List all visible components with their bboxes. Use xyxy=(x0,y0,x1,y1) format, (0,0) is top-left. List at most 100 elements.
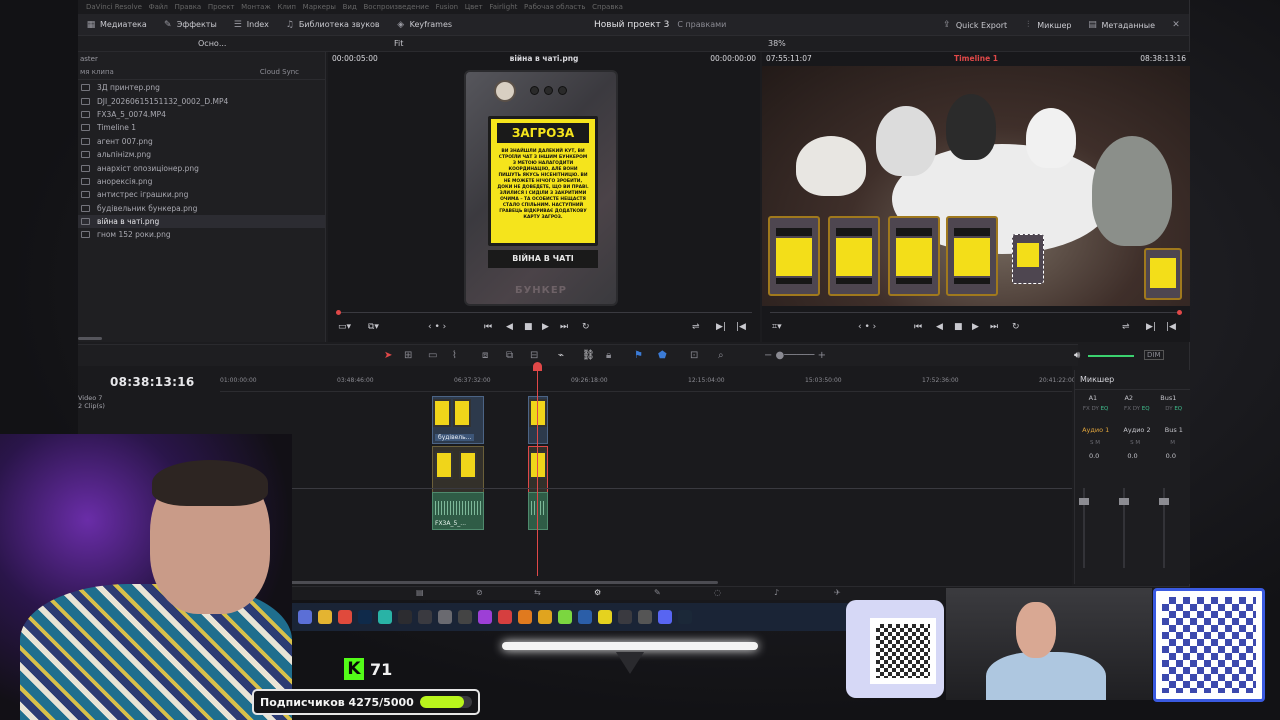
zoom-slider[interactable]: − ●───── + xyxy=(764,350,826,361)
stop-icon[interactable]: ■ xyxy=(954,322,963,332)
transform-icon[interactable]: ⧉▾ xyxy=(368,322,379,332)
obs-icon[interactable] xyxy=(418,610,432,624)
loop-icon[interactable]: ↻ xyxy=(582,322,590,332)
inspector-button[interactable]: ✕ xyxy=(1163,14,1189,36)
go-start-icon[interactable]: ⏮ xyxy=(484,322,492,332)
mixer-button[interactable]: ⫶ Микшер xyxy=(1015,14,1079,36)
app-icon[interactable] xyxy=(618,610,632,624)
volume-icon[interactable]: 🔊︎ xyxy=(1074,350,1080,361)
media-pool-item[interactable]: 3Д принтер.png xyxy=(78,81,325,94)
column-cloud-sync[interactable]: Cloud Sync xyxy=(260,68,299,77)
cut-page-icon[interactable]: ⊘ xyxy=(476,588,483,597)
linked-selection-icon[interactable]: ⛓ xyxy=(582,350,595,361)
instagram-icon[interactable] xyxy=(478,610,492,624)
trim-tool-icon[interactable]: ⊞ xyxy=(404,350,412,361)
preview-card-selected[interactable] xyxy=(1012,234,1044,284)
go-end-icon[interactable]: ⏭ xyxy=(560,322,568,332)
app-icon[interactable] xyxy=(438,610,452,624)
view-mode-dropdown[interactable]: Осно... xyxy=(198,39,226,48)
mixer-track-audio-2[interactable]: Аудио 2 xyxy=(1123,426,1150,434)
discord-icon[interactable] xyxy=(658,610,672,624)
media-pool-item[interactable]: агент 007.png xyxy=(78,135,325,148)
effects-button[interactable]: ✎ Эффекты xyxy=(155,14,225,35)
start-icon[interactable] xyxy=(298,610,312,624)
timeline-ruler[interactable]: 01:00:00:00 03:48:46:00 06:37:32:00 09:26:1… xyxy=(220,372,1076,392)
vlc-icon[interactable] xyxy=(538,610,552,624)
viewer-options-icon[interactable]: ⌗▾ xyxy=(772,322,782,332)
app-icon[interactable] xyxy=(558,610,572,624)
snapping-icon[interactable]: ⌁ xyxy=(558,350,564,361)
index-button[interactable]: ☰ Index xyxy=(225,14,277,35)
video-clip[interactable] xyxy=(432,446,484,494)
fader-audio-2[interactable] xyxy=(1119,488,1129,568)
metadata-button[interactable]: ▤ Метаданные xyxy=(1079,14,1163,36)
play-icon[interactable]: ▶ xyxy=(542,322,549,332)
media-page-icon[interactable]: ▤ xyxy=(416,588,424,597)
selection-tool-icon[interactable]: ➤ xyxy=(384,350,392,361)
mark-in-icon[interactable]: ▶| xyxy=(716,322,726,332)
fader-bus-1[interactable] xyxy=(1159,488,1169,568)
photoshop-icon[interactable] xyxy=(358,610,372,624)
media-pool-item[interactable]: Timeline 1 xyxy=(78,121,325,134)
mark-in-icon[interactable]: ▶| xyxy=(1146,322,1156,332)
mark-out-icon[interactable]: |◀ xyxy=(1166,322,1176,332)
master-volume-slider[interactable] xyxy=(1088,355,1134,357)
media-pool-item[interactable]: альпініzм.png xyxy=(78,148,325,161)
dim-button[interactable]: DIM xyxy=(1144,350,1164,360)
lock-icon[interactable]: 🔒︎ xyxy=(606,350,611,361)
timeline-scrubber[interactable] xyxy=(770,310,1182,315)
quick-export-button[interactable]: ⇪ Quick Export xyxy=(934,14,1015,36)
video-clip[interactable] xyxy=(528,396,548,444)
timeline-scrub-handle[interactable] xyxy=(1177,310,1182,315)
media-pool-scrollbar[interactable] xyxy=(78,337,102,340)
mixer-track-bus-1[interactable]: Bus 1 xyxy=(1165,426,1183,434)
app-icon[interactable] xyxy=(518,610,532,624)
keyframes-button[interactable]: ◈ Keyframes xyxy=(388,14,460,35)
chrome-icon[interactable] xyxy=(338,610,352,624)
sound-library-button[interactable]: ♫ Библиотека звуков xyxy=(277,14,388,35)
zoom-full-icon[interactable]: ⊡ xyxy=(690,350,698,361)
stop-icon[interactable]: ■ xyxy=(524,322,533,332)
source-scrub-handle[interactable] xyxy=(336,310,341,315)
source-clip-name[interactable]: війна в чаті.png xyxy=(328,54,760,63)
video-clip[interactable]: будівель... xyxy=(432,396,484,444)
zoom-detail-icon[interactable]: ⌕ xyxy=(718,350,724,361)
dynamic-trim-icon[interactable]: ▭ xyxy=(428,350,437,361)
audio-clip[interactable]: FX3A_5_... xyxy=(432,492,484,530)
go-start-icon[interactable]: ⏮ xyxy=(914,322,922,332)
audio-clip[interactable] xyxy=(528,492,548,530)
media-pool-button[interactable]: ▦ Медиатека xyxy=(78,14,155,35)
mark-out-icon[interactable]: |◀ xyxy=(736,322,746,332)
marker-icon[interactable]: ⬟ xyxy=(658,350,667,361)
play-reverse-icon[interactable]: ◀ xyxy=(936,322,943,332)
app-icon[interactable] xyxy=(458,610,472,624)
media-pool-item[interactable]: будівельник бункера.png xyxy=(78,202,325,215)
media-pool-item[interactable]: анархіст опозиціонер.png xyxy=(78,161,325,174)
app-icon[interactable] xyxy=(378,610,392,624)
mixer-track-audio-1[interactable]: Аудио 1 xyxy=(1082,426,1109,434)
media-pool-item[interactable]: гном 152 роки.png xyxy=(78,228,325,241)
media-pool-item[interactable]: DJI_20260615151132_0002_D.MP4 xyxy=(78,94,325,107)
go-end-icon[interactable]: ⏭ xyxy=(990,322,998,332)
fusion-page-icon[interactable]: ⚙ xyxy=(594,588,601,597)
steam-icon[interactable] xyxy=(678,610,692,624)
media-pool-item[interactable]: FX3A_5_0074.MP4 xyxy=(78,108,325,121)
app-icon[interactable] xyxy=(638,610,652,624)
zoom-dropdown[interactable]: 38% xyxy=(768,39,786,48)
fader-audio-1[interactable] xyxy=(1079,488,1089,568)
audio-page-icon[interactable]: ♪ xyxy=(774,588,779,597)
play-reverse-icon[interactable]: ◀ xyxy=(506,322,513,332)
flag-icon[interactable]: ⚑ xyxy=(634,350,643,361)
app-icon[interactable] xyxy=(598,610,612,624)
insert-clip-icon[interactable]: ⧈ xyxy=(482,350,488,361)
media-pool-item[interactable]: антистрес іграшки.png xyxy=(78,188,325,201)
media-pool-item[interactable]: війна в чаті.png xyxy=(78,214,325,229)
loop-icon[interactable]: ↻ xyxy=(1012,322,1020,332)
column-clip-name[interactable]: мя клипа xyxy=(80,68,114,77)
fairlight-page-icon[interactable]: ◌ xyxy=(714,588,721,597)
fit-dropdown[interactable]: Fit xyxy=(394,39,403,48)
play-icon[interactable]: ▶ xyxy=(972,322,979,332)
jog-icon[interactable]: ‹ • › xyxy=(428,322,446,332)
color-page-icon[interactable]: ✎ xyxy=(654,588,661,597)
viewer-options-icon[interactable]: ▭▾ xyxy=(338,322,351,332)
